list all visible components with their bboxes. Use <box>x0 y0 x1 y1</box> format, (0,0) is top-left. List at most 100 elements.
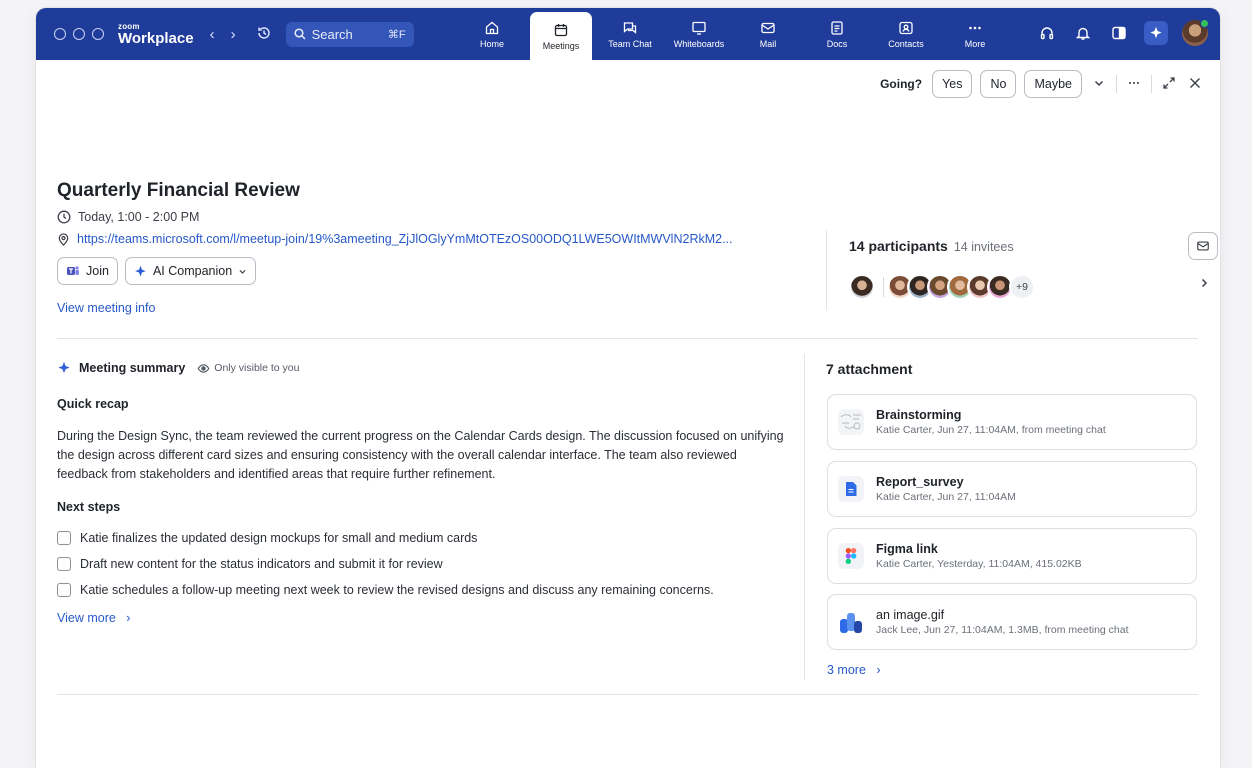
calendar-icon <box>554 23 568 36</box>
figma-icon <box>838 543 864 569</box>
rsvp-label: Going? <box>880 77 923 91</box>
more-icon <box>969 26 981 29</box>
tab-meetings[interactable]: Meetings <box>530 12 592 60</box>
chevron-right-icon: › <box>119 611 131 625</box>
attachment-meta: Katie Carter, Jun 27, 11:04AM, from meet… <box>876 424 1106 436</box>
chevron-down-icon <box>239 269 246 274</box>
search-input[interactable]: Search ⌘F <box>285 21 414 47</box>
minimize-window-button[interactable] <box>73 28 85 40</box>
app-window: zoom Workplace ‹ › Search ⌘F Home Meetin… <box>36 8 1220 768</box>
mail-icon <box>761 22 775 33</box>
view-more-link[interactable]: View more › <box>57 611 130 625</box>
tab-team-chat-label: Team Chat <box>608 38 652 49</box>
attachment-meta: Jack Lee, Jun 27, 11:04AM, 1.3MB, from m… <box>876 624 1129 636</box>
docs-icon <box>831 20 843 35</box>
list-item: Draft new content for the status indicat… <box>57 551 714 577</box>
view-more-label: View more <box>57 611 116 625</box>
step-checkbox[interactable] <box>57 583 71 597</box>
attachment-meta: Katie Carter, Yesterday, 11:04AM, 415.02… <box>876 558 1082 570</box>
title-bar: zoom Workplace ‹ › Search ⌘F Home Meetin… <box>36 8 1220 60</box>
zoom-window-button[interactable] <box>92 28 104 40</box>
attachment-card[interactable]: Brainstorming Katie Carter, Jun 27, 11:0… <box>827 394 1197 450</box>
close-window-button[interactable] <box>54 28 66 40</box>
meeting-url[interactable]: https://teams.microsoft.com/l/meetup-joi… <box>77 232 733 246</box>
attachment-name: Report_survey <box>876 475 964 489</box>
meeting-time-text: Today, 1:00 - 2:00 PM <box>78 210 200 224</box>
whiteboard-thumb-icon <box>838 409 864 435</box>
attachment-info: Figma link Katie Carter, Yesterday, 11:0… <box>876 542 1082 570</box>
location-pin-icon <box>58 232 69 246</box>
next-steps-title: Next steps <box>57 500 121 514</box>
back-icon[interactable]: ‹ <box>210 26 215 43</box>
join-button[interactable]: Join <box>57 257 118 285</box>
step-checkbox[interactable] <box>57 531 71 545</box>
search-placeholder: Search <box>311 26 353 42</box>
history-icon[interactable] <box>256 25 272 44</box>
participants-header[interactable]: 14 participants 14 invitees <box>849 238 1014 254</box>
main-nav: Home Meetings Team Chat Whiteboards Mail… <box>461 8 1013 60</box>
rsvp-yes-button[interactable]: Yes <box>932 70 973 98</box>
tab-contacts[interactable]: Contacts <box>875 8 937 60</box>
forward-icon[interactable]: › <box>231 26 236 43</box>
tab-home[interactable]: Home <box>461 8 523 60</box>
quick-recap-text: During the Design Sync, the team reviewe… <box>57 429 784 481</box>
tab-whiteboards-label: Whiteboards <box>673 38 725 49</box>
attachment-card[interactable]: an image.gif Jack Lee, Jun 27, 11:04AM, … <box>827 594 1197 650</box>
contacts-icon <box>899 21 913 34</box>
ai-companion-button[interactable]: AI Companion <box>124 257 257 285</box>
more-participants-badge[interactable]: +9 <box>1009 274 1035 300</box>
tab-mail[interactable]: Mail <box>737 8 799 60</box>
chevron-right-icon: › <box>869 663 881 677</box>
sparkle-icon <box>135 265 146 276</box>
tab-team-chat[interactable]: Team Chat <box>599 8 661 60</box>
more-options-icon[interactable] <box>1125 76 1143 93</box>
meeting-link[interactable]: https://teams.microsoft.com/l/meetup-joi… <box>57 232 733 246</box>
tab-docs[interactable]: Docs <box>806 8 868 60</box>
rsvp-maybe-button[interactable]: Maybe <box>1024 70 1082 98</box>
tab-more-label: More <box>964 38 986 49</box>
meeting-actions: Join AI Companion <box>57 257 257 285</box>
step-checkbox[interactable] <box>57 557 71 571</box>
participants-count: 14 participants <box>849 238 948 254</box>
join-label: Join <box>86 264 109 278</box>
tab-mail-label: Mail <box>759 38 777 49</box>
next-steps-list: Katie finalizes the updated design mocku… <box>57 525 714 603</box>
step-text: Katie schedules a follow-up meeting next… <box>80 583 714 597</box>
bell-icon[interactable] <box>1072 22 1094 44</box>
meeting-summary-header: Meeting summary Only visible to you <box>57 361 300 375</box>
close-icon[interactable] <box>1186 76 1204 93</box>
expand-icon[interactable] <box>1160 76 1178 93</box>
mail-icon <box>1197 241 1209 251</box>
ai-companion-label: AI Companion <box>152 264 233 278</box>
participant-avatars[interactable]: +9 <box>849 274 1035 300</box>
tab-whiteboards[interactable]: Whiteboards <box>668 8 730 60</box>
search-icon <box>294 28 306 40</box>
rsvp-no-button[interactable]: No <box>980 70 1017 98</box>
view-meeting-info-link[interactable]: View meeting info <box>57 301 155 315</box>
email-participants-button[interactable] <box>1188 232 1218 260</box>
titlebar-right-actions <box>1036 19 1209 46</box>
home-icon <box>485 21 499 34</box>
chevron-down-icon[interactable] <box>1090 76 1108 92</box>
attachment-name: Brainstorming <box>876 408 962 422</box>
user-avatar[interactable] <box>1182 19 1209 46</box>
more-attachments-link[interactable]: 3 more › <box>827 663 881 677</box>
ai-companion-icon[interactable] <box>1144 21 1168 45</box>
divider <box>57 694 1198 695</box>
divider <box>1151 75 1152 93</box>
sparkle-icon <box>58 361 70 374</box>
headset-icon[interactable] <box>1036 22 1058 44</box>
doc-file-icon <box>838 476 864 502</box>
divider <box>883 277 884 297</box>
attachment-card[interactable]: Report_survey Katie Carter, Jun 27, 11:0… <box>827 461 1197 517</box>
tab-more[interactable]: More <box>944 8 1006 60</box>
attachment-meta: Katie Carter, Jun 27, 11:04AM <box>876 491 1016 503</box>
attachment-card[interactable]: Figma link Katie Carter, Yesterday, 11:0… <box>827 528 1197 584</box>
clock-icon <box>57 210 71 224</box>
tab-contacts-label: Contacts <box>888 38 924 49</box>
more-attachments-label: 3 more <box>827 663 866 677</box>
tab-docs-label: Docs <box>826 38 848 49</box>
summary-heading: Meeting summary <box>79 361 186 375</box>
chevron-right-icon[interactable] <box>1198 276 1210 294</box>
sidebar-toggle-icon[interactable] <box>1108 22 1130 44</box>
